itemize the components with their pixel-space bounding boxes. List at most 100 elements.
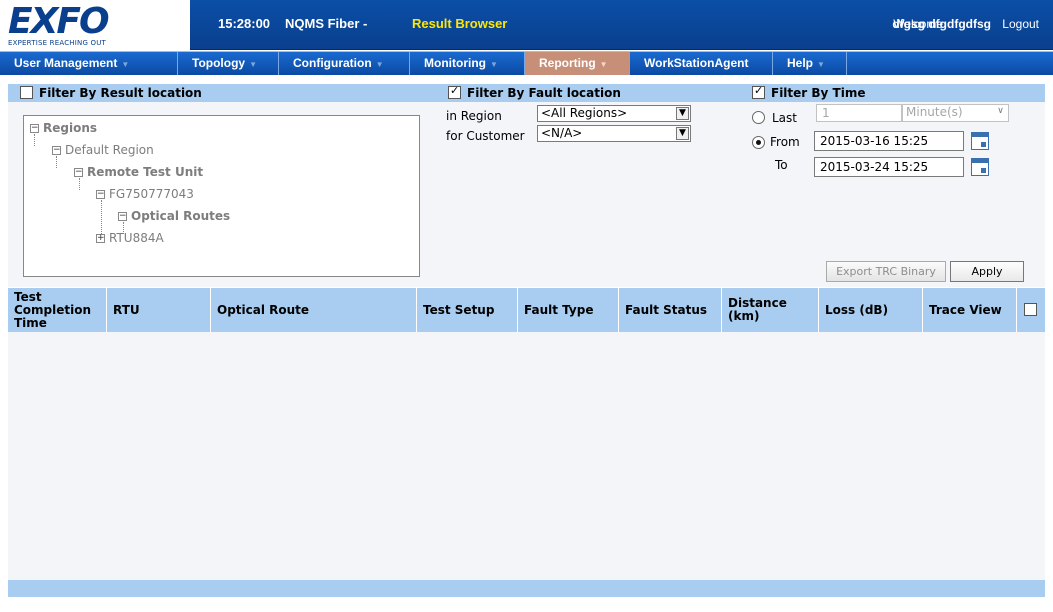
column-label: Test Setup bbox=[423, 302, 495, 317]
nav-label: User Management bbox=[14, 56, 118, 70]
customer-select-value: <N/A> bbox=[541, 126, 583, 140]
result-location-tree: − Regions − Default Region − Remote Test… bbox=[23, 115, 420, 277]
chevron-down-icon: ▼ bbox=[599, 60, 608, 69]
expand-icon[interactable]: + bbox=[96, 234, 105, 243]
tree-node-rtu-fg750777043[interactable]: FG750777043 bbox=[109, 187, 194, 201]
app-name: NQMS Fiber - bbox=[285, 16, 368, 31]
tree-node-rtu884a[interactable]: RTU884A bbox=[109, 231, 164, 245]
tree-line bbox=[79, 178, 80, 190]
logout-link[interactable]: Logout bbox=[1002, 17, 1039, 31]
column-label: Fault Status bbox=[625, 302, 708, 317]
tree-node-regions[interactable]: Regions bbox=[43, 121, 97, 135]
chevron-down-icon: ∨ bbox=[997, 106, 1004, 116]
customer-label: for Customer bbox=[446, 129, 525, 143]
filter-header-bar: Filter By Result location Filter By Faul… bbox=[8, 84, 1045, 102]
column-label: RTU bbox=[113, 302, 140, 317]
results-table-body bbox=[8, 332, 1045, 580]
tree-node-remote-test-unit[interactable]: Remote Test Unit bbox=[87, 165, 203, 179]
col-trace-view[interactable]: Trace View bbox=[923, 288, 1017, 332]
filter-panel: − Regions − Default Region − Remote Test… bbox=[8, 102, 1045, 287]
chevron-down-icon: ▼ bbox=[489, 60, 498, 69]
col-distance[interactable]: Distance (km) bbox=[722, 288, 819, 332]
col-fault-status[interactable]: Fault Status bbox=[619, 288, 722, 332]
customer-select[interactable]: <N/A> ▼ bbox=[537, 125, 691, 142]
col-test-setup[interactable]: Test Setup bbox=[417, 288, 518, 332]
collapse-icon[interactable]: − bbox=[30, 124, 39, 133]
tree-node-default-region[interactable]: Default Region bbox=[65, 143, 154, 157]
result-location-checkbox[interactable] bbox=[20, 86, 33, 99]
col-test-completion-time[interactable]: Test Completion Time bbox=[8, 288, 107, 332]
nav-workstationagent[interactable]: WorkStationAgent bbox=[630, 52, 773, 75]
from-label: From bbox=[770, 135, 800, 149]
column-label: Distance (km) bbox=[728, 296, 787, 323]
logo-tagline: EXPERTISE REACHING OUT bbox=[8, 39, 107, 47]
to-label-text: To bbox=[775, 158, 788, 172]
time-filter-checkbox[interactable] bbox=[752, 84, 765, 99]
nav-label: Help bbox=[787, 56, 814, 70]
nav-configuration[interactable]: Configuration ▼ bbox=[279, 52, 410, 75]
column-label: Optical Route bbox=[217, 302, 310, 317]
collapse-icon[interactable]: − bbox=[74, 168, 83, 177]
col-optical-route[interactable]: Optical Route bbox=[211, 288, 417, 332]
tree-node-optical-routes[interactable]: Optical Routes bbox=[131, 209, 230, 223]
nav-user-management[interactable]: User Management ▼ bbox=[0, 52, 178, 75]
collapse-icon[interactable]: − bbox=[52, 146, 61, 155]
from-date-input[interactable]: 2015-03-16 15:25 bbox=[814, 131, 964, 151]
page-title: Result Browser bbox=[412, 16, 508, 31]
to-date-input[interactable]: 2015-03-24 15:25 bbox=[814, 157, 964, 177]
fault-location-label: Filter By Fault location bbox=[467, 86, 621, 100]
region-select-value: <All Regions> bbox=[541, 106, 628, 120]
collapse-icon[interactable]: − bbox=[96, 190, 105, 199]
title-bar: 15:28:00 NQMS Fiber - Result Browser Wel… bbox=[190, 0, 1053, 50]
calendar-icon[interactable] bbox=[971, 132, 989, 150]
fault-location-checkbox[interactable] bbox=[448, 84, 461, 99]
nav-topology[interactable]: Topology ▼ bbox=[178, 52, 279, 75]
region-select[interactable]: <All Regions> ▼ bbox=[537, 105, 691, 122]
calendar-icon[interactable] bbox=[971, 158, 989, 176]
chevron-down-icon: ▼ bbox=[676, 127, 689, 140]
app-header: EXFO EXPERTISE REACHING OUT 15:28:00 NQM… bbox=[0, 0, 1053, 51]
col-loss[interactable]: Loss (dB) bbox=[819, 288, 923, 332]
main-nav: User Management ▼ Topology ▼ Configuration… bbox=[0, 51, 1053, 75]
last-label: Last bbox=[772, 111, 797, 125]
result-location-label: Filter By Result location bbox=[39, 86, 202, 100]
nav-label: Topology bbox=[192, 56, 246, 70]
from-radio[interactable] bbox=[752, 136, 765, 149]
last-radio[interactable] bbox=[752, 111, 765, 124]
chevron-down-icon: ▼ bbox=[249, 60, 258, 69]
col-rtu[interactable]: RTU bbox=[107, 288, 211, 332]
select-all-checkbox[interactable] bbox=[1024, 303, 1037, 316]
column-label: Trace View bbox=[929, 302, 1002, 317]
col-fault-type[interactable]: Fault Type bbox=[518, 288, 619, 332]
chevron-down-icon: ▼ bbox=[676, 107, 689, 120]
username: dfgsg dfgdfgdfsg bbox=[892, 17, 991, 31]
tree-line bbox=[34, 134, 35, 146]
logo-wordmark: EXFO bbox=[8, 1, 110, 42]
col-select-all bbox=[1017, 288, 1045, 332]
chevron-down-icon: ▼ bbox=[817, 60, 825, 69]
tree-line bbox=[56, 156, 57, 168]
nav-label: Monitoring bbox=[424, 56, 486, 70]
apply-button[interactable]: Apply bbox=[950, 261, 1024, 282]
column-label: Test Completion Time bbox=[14, 289, 92, 330]
exfo-logo: EXFO EXPERTISE REACHING OUT bbox=[6, 1, 186, 49]
results-table-header: Test Completion Time RTU Optical Route T… bbox=[8, 288, 1045, 332]
last-unit-value: Minute(s) bbox=[906, 105, 963, 119]
nav-label: Reporting bbox=[539, 56, 596, 70]
clock: 15:28:00 bbox=[218, 16, 271, 31]
column-label: Fault Type bbox=[524, 302, 594, 317]
last-value-input[interactable]: 1 bbox=[816, 104, 902, 122]
column-label: Loss (dB) bbox=[825, 302, 889, 317]
nav-reporting[interactable]: Reporting ▼ bbox=[525, 52, 630, 75]
nav-label: WorkStationAgent bbox=[644, 56, 749, 70]
chevron-down-icon: ▼ bbox=[121, 60, 130, 69]
collapse-icon[interactable]: − bbox=[118, 212, 127, 221]
region-label: in Region bbox=[446, 109, 502, 123]
nav-help[interactable]: Help ▼ bbox=[773, 52, 847, 75]
export-trc-binary-button[interactable]: Export TRC Binary bbox=[826, 261, 946, 282]
last-unit-select[interactable]: Minute(s) ∨ bbox=[902, 104, 1009, 122]
time-filter-label: Filter By Time bbox=[771, 86, 866, 100]
chevron-down-icon: ▼ bbox=[375, 60, 384, 69]
nav-label: Configuration bbox=[293, 56, 372, 70]
nav-monitoring[interactable]: Monitoring ▼ bbox=[410, 52, 525, 75]
